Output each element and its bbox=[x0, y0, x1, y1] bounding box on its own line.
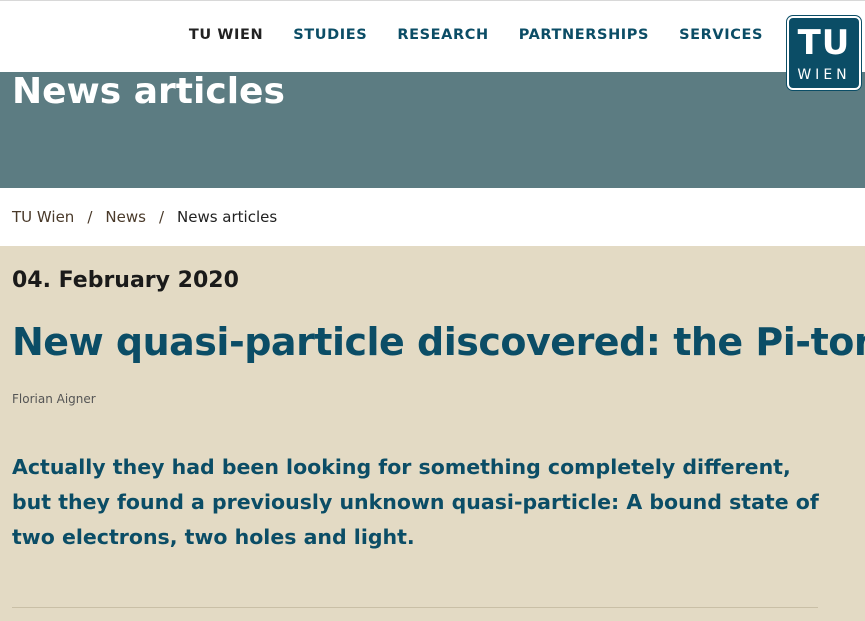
article-author: Florian Aigner bbox=[12, 392, 96, 406]
top-navigation-bar: TU WIEN STUDIES RESEARCH PARTNERSHIPS SE… bbox=[0, 0, 865, 72]
article-title: New quasi-particle discovered: the Pi-to… bbox=[12, 320, 865, 364]
breadcrumb-item-news[interactable]: News bbox=[105, 208, 146, 226]
divider bbox=[12, 607, 818, 608]
nav-studies[interactable]: STUDIES bbox=[293, 27, 367, 43]
article-date: 04. February 2020 bbox=[12, 268, 239, 293]
nav-partnerships[interactable]: PARTNERSHIPS bbox=[519, 27, 649, 43]
tu-wien-logo[interactable]: TU WIEN bbox=[787, 16, 861, 90]
breadcrumb: TU Wien / News / News articles bbox=[12, 208, 277, 226]
breadcrumb-separator: / bbox=[87, 208, 93, 226]
page-title: News articles bbox=[12, 71, 285, 112]
breadcrumb-separator: / bbox=[158, 208, 164, 226]
breadcrumb-bar: TU Wien / News / News articles bbox=[0, 188, 865, 246]
logo-text-bottom: WIEN bbox=[797, 67, 851, 83]
breadcrumb-item-current: News articles bbox=[177, 208, 278, 226]
logo-text-top: TU bbox=[797, 23, 851, 63]
nav-services[interactable]: SERVICES bbox=[679, 27, 763, 43]
nav-tu-wien[interactable]: TU WIEN bbox=[189, 27, 263, 43]
article-lead: Actually they had been looking for somet… bbox=[12, 455, 819, 549]
breadcrumb-item-tu-wien[interactable]: TU Wien bbox=[12, 208, 74, 226]
hero-banner: News articles bbox=[0, 72, 865, 188]
nav-research[interactable]: RESEARCH bbox=[397, 27, 488, 43]
main-nav: TU WIEN STUDIES RESEARCH PARTNERSHIPS SE… bbox=[189, 27, 763, 43]
